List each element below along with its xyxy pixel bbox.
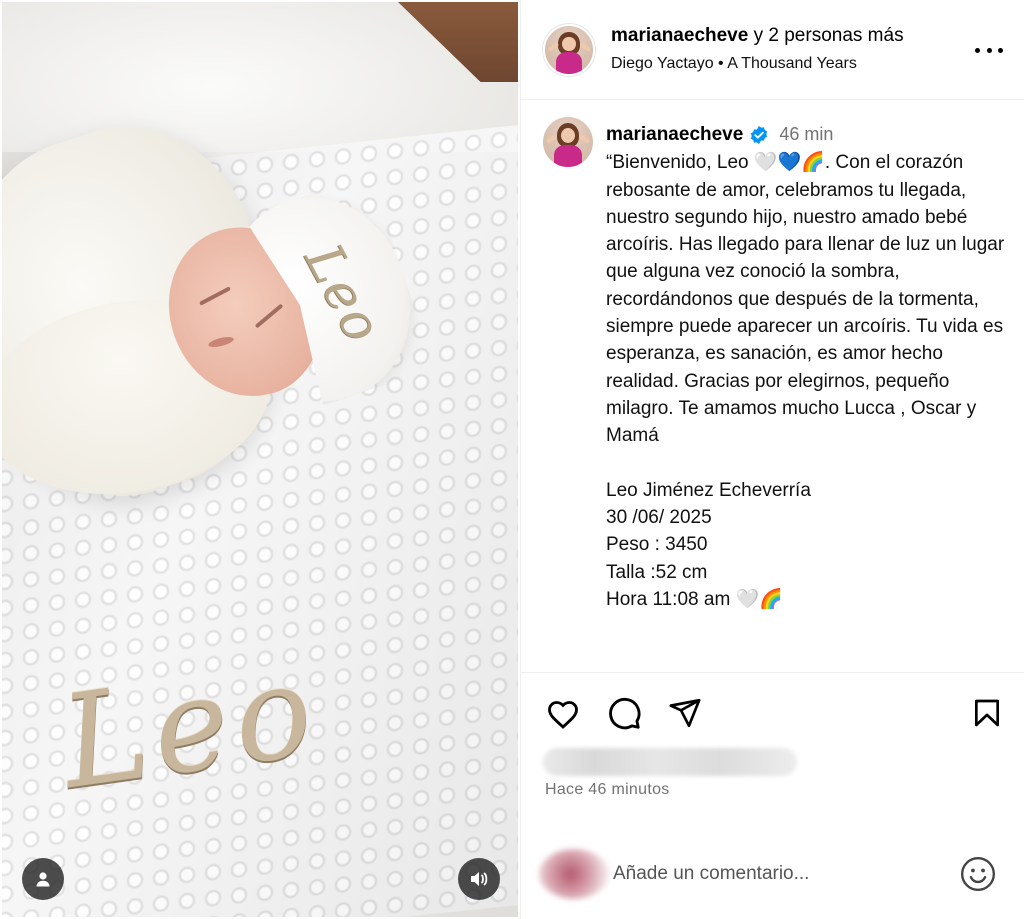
more-options-button[interactable] [975,38,1003,62]
caption-section: marianaecheve 46 min “Bienvenido, Leo 🤍💙… [521,101,1024,671]
post-time-ago[interactable]: Hace 46 minutos [545,781,670,799]
author-avatar[interactable] [543,24,595,76]
post-media[interactable]: Leo Leo [2,2,518,917]
share-icon [669,698,701,728]
comment-icon [609,697,641,730]
caption-timestamp: 46 min [779,124,834,144]
verified-badge-icon [751,125,768,144]
more-options-icon [975,47,980,53]
user-tag-button[interactable] [22,858,64,900]
post-details-panel: marianaecheve y 2 personas más Diego Yac… [520,0,1024,919]
separator-dot: • [718,55,724,72]
audio-attribution[interactable]: Diego Yactayo • A Thousand Years [611,54,904,74]
like-button[interactable] [543,693,583,733]
likes-summary[interactable] [543,748,797,776]
author-username-link[interactable]: marianaecheve [611,25,748,46]
bookmark-icon [975,699,999,727]
post-header-text: marianaecheve y 2 personas más Diego Yac… [611,24,904,74]
artist-name: Diego Yactayo [611,55,714,72]
post-authors: marianaecheve y 2 personas más [611,24,904,48]
emoji-icon [960,856,996,892]
caption-username-link[interactable]: marianaecheve [606,121,743,148]
caption-text: “Bienvenido, Leo 🤍💙🌈. Con el corazón reb… [606,152,1005,611]
song-title: A Thousand Years [727,55,857,72]
audio-toggle-button[interactable] [458,858,500,900]
post-header: marianaecheve y 2 personas más Diego Yac… [521,0,1024,100]
comment-button[interactable] [604,693,644,733]
add-comment-row [521,838,1024,908]
post-actions: Hace 46 minutos [521,672,1024,919]
caption-author-avatar[interactable] [543,117,593,167]
emoji-button[interactable] [959,855,997,893]
audio-icon [471,872,488,886]
user-tag-icon [36,872,50,887]
share-button[interactable] [665,693,705,733]
caption: marianaecheve 46 min “Bienvenido, Leo 🤍💙… [606,121,1016,613]
save-button[interactable] [967,693,1007,733]
current-user-avatar [539,849,609,899]
comment-input[interactable] [613,861,943,887]
coauthors-link[interactable]: y 2 personas más [754,25,904,46]
heart-icon [548,701,578,729]
